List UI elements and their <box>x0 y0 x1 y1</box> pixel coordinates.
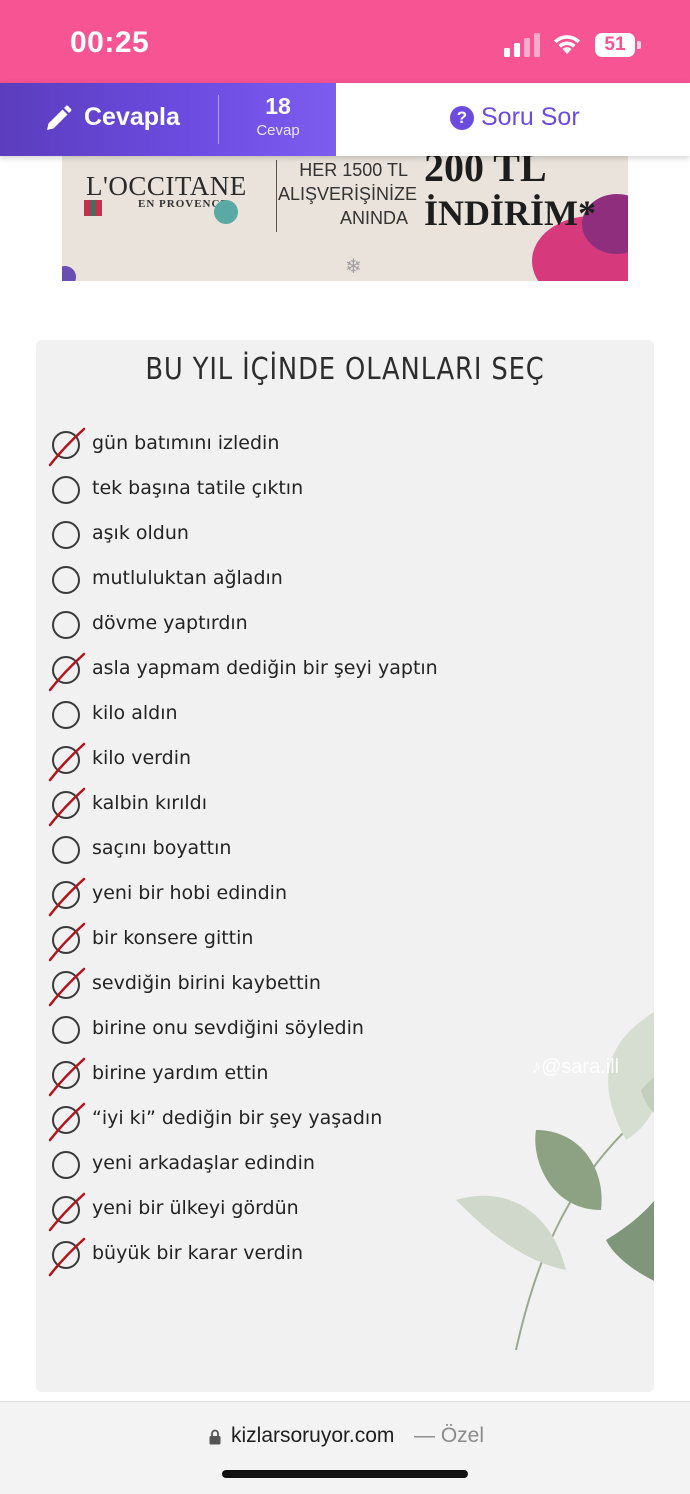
circle-checkbox-icon <box>52 971 80 999</box>
answer-count: 18 <box>265 93 291 119</box>
answer-count-label: Cevap <box>256 122 300 139</box>
checklist-item-label: “iyi ki” dediğin bir şey yaşadın <box>92 1107 383 1129</box>
ad-decoration <box>62 266 76 281</box>
checklist-item-label: tek başına tatile çıktın <box>92 477 304 499</box>
circle-checkbox-icon <box>52 701 80 729</box>
circle-checkbox-icon <box>52 1061 80 1089</box>
checklist-item-label: kalbin kırıldı <box>92 792 208 814</box>
snowflake-icon: ❄ <box>345 254 362 278</box>
checklist-item-label: saçını boyattın <box>92 837 232 859</box>
action-bar: Cevapla 18 Cevap ? Soru Sor <box>0 83 690 156</box>
ask-question-label: Soru Sor <box>481 103 580 131</box>
circle-checkbox-icon <box>52 476 80 504</box>
circle-checkbox-icon <box>52 521 80 549</box>
ornament-icon <box>214 200 238 224</box>
quiz-title: BU YIL İÇİNDE OLANLARI SEÇ <box>145 352 545 387</box>
checklist-item-label: bir konsere gittin <box>92 927 254 949</box>
ad-separator <box>276 160 277 232</box>
checklist-item-label: birine yardım ettin <box>92 1062 269 1084</box>
status-bar: 00:25 51 <box>0 0 690 83</box>
ad-text-line: ANINDA <box>339 208 408 228</box>
checklist-item-label: birine onu sevdiğini söyledin <box>92 1017 364 1039</box>
circle-checkbox-icon <box>52 431 80 459</box>
circle-checkbox-icon <box>52 791 80 819</box>
checklist-item-label: aşık oldun <box>92 522 189 544</box>
quiz-image: ♪@sara.ill BU YIL İÇİNDE OLANLARI SEÇ gü… <box>36 340 654 1392</box>
checklist-item-label: dövme yaptırdın <box>92 612 248 634</box>
gift-icon <box>84 200 102 216</box>
home-indicator[interactable] <box>222 1470 468 1478</box>
ad-text-line: ALIŞVERİŞİNİZE <box>278 184 418 204</box>
circle-checkbox-icon <box>52 1196 80 1224</box>
checklist-item-label: asla yapmam dediğin bir şeyi yaptın <box>92 657 438 679</box>
circle-checkbox-icon <box>52 1106 80 1134</box>
checklist-item-label: yeni arkadaşlar edindin <box>92 1152 315 1174</box>
circle-checkbox-icon <box>52 1151 80 1179</box>
answer-button[interactable]: Cevapla 18 Cevap <box>0 83 336 156</box>
ad-text-line: HER 1500 TL <box>299 160 408 180</box>
circle-checkbox-icon <box>52 746 80 774</box>
battery-level: 51 <box>604 34 626 55</box>
watermark-text: ♪@sara.ill <box>531 1056 620 1078</box>
clock: 00:25 <box>70 26 150 59</box>
ad-discount-label: İNDİRİM* <box>424 193 597 233</box>
ad-discount-amount: 200 TL <box>424 156 547 190</box>
ask-question-button[interactable]: ? Soru Sor <box>336 83 690 156</box>
answer-divider <box>218 95 219 144</box>
pencil-icon <box>47 105 72 130</box>
circle-checkbox-icon <box>52 926 80 954</box>
checklist-item-label: kilo verdin <box>92 747 192 769</box>
url-text: kizlarsoruyor.com <box>231 1424 395 1447</box>
ad-banner[interactable]: L'OCCITANE EN PROVENCE HER 1500 TL ALIŞV… <box>62 156 628 281</box>
battery-nub <box>637 41 641 49</box>
battery-icon: 51 <box>595 33 635 57</box>
checklist-item-label: gün batımını izledin <box>92 432 280 454</box>
checklist-item-label: büyük bir karar verdin <box>92 1242 304 1264</box>
checklist-item-label: yeni bir ülkeyi gördün <box>92 1197 299 1219</box>
circle-checkbox-icon <box>52 566 80 594</box>
cellular-signal-icon <box>504 33 540 57</box>
checklist-item-label: yeni bir hobi edindin <box>92 882 287 904</box>
lock-icon <box>209 1429 221 1445</box>
circle-checkbox-icon <box>52 611 80 639</box>
question-mark-icon: ? <box>450 106 474 130</box>
circle-checkbox-icon <box>52 881 80 909</box>
private-mode-label: — Özel <box>414 1424 485 1447</box>
circle-checkbox-icon <box>52 836 80 864</box>
circle-checkbox-icon <box>52 1016 80 1044</box>
checklist-item-label: sevdiğin birini kaybettin <box>92 972 321 994</box>
circle-checkbox-icon <box>52 656 80 684</box>
checklist-item-label: mutluluktan ağladın <box>92 567 283 589</box>
checklist-item-label: kilo aldın <box>92 702 178 724</box>
wifi-icon <box>554 35 580 54</box>
circle-checkbox-icon <box>52 1241 80 1269</box>
answer-label: Cevapla <box>84 103 180 131</box>
browser-url-bar[interactable]: kizlarsoruyor.com — Özel <box>0 1401 690 1494</box>
